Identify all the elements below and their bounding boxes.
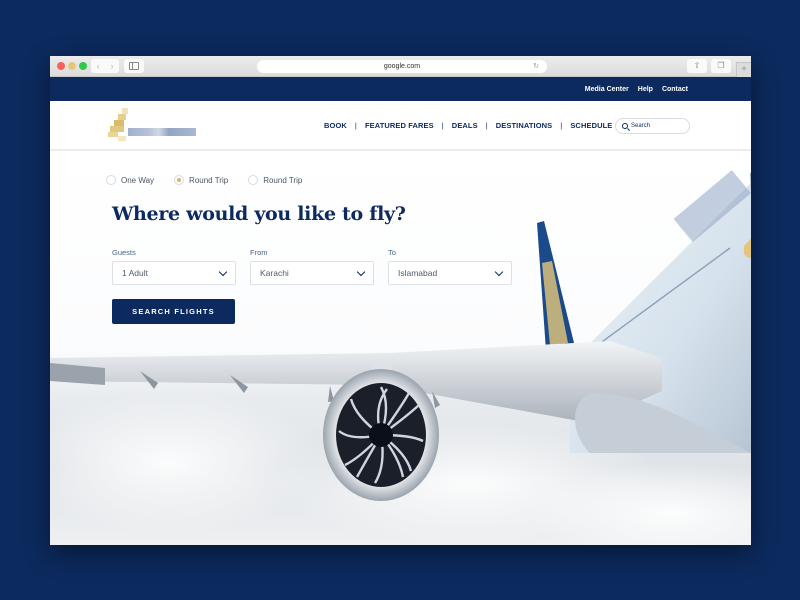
nav-schedule[interactable]: SCHEDULE bbox=[570, 121, 612, 130]
to-select[interactable]: Islamabad bbox=[388, 261, 512, 285]
from-label: From bbox=[250, 248, 268, 257]
to-field: To Islamabad bbox=[388, 248, 512, 285]
browser-window: ‹ › google.com ↻ ⇧ ❐ + Media Center Help… bbox=[50, 56, 751, 545]
nav-book[interactable]: BOOK bbox=[324, 121, 347, 130]
browser-toolbar: ‹ › google.com ↻ ⇧ ❐ + bbox=[50, 56, 751, 77]
history-nav: ‹ › bbox=[91, 59, 119, 73]
guests-label: Guests bbox=[112, 248, 136, 257]
utility-link-contact[interactable]: Contact bbox=[662, 86, 688, 93]
hero-section: One Way Round Trip Round Trip Where woul… bbox=[50, 153, 751, 545]
to-label: To bbox=[388, 248, 396, 257]
close-window-button[interactable] bbox=[57, 62, 65, 70]
radio-button-selected[interactable] bbox=[174, 175, 185, 185]
trip-option-label: Round Trip bbox=[189, 175, 229, 185]
booking-title: Where would you like to fly? bbox=[112, 203, 406, 225]
utility-nav: Media Center Help Contact bbox=[50, 77, 751, 101]
url-text: google.com bbox=[383, 63, 421, 70]
nav-separator: | bbox=[354, 121, 357, 130]
trip-option-label: Round Trip bbox=[263, 175, 303, 185]
reload-icon[interactable]: ↻ bbox=[533, 60, 539, 73]
nav-featured-fares[interactable]: FEATURED FARES bbox=[365, 121, 434, 130]
trip-type-group: One Way Round Trip Round Trip bbox=[106, 175, 302, 185]
sidebar-toggle-button[interactable] bbox=[124, 59, 144, 73]
forward-button[interactable]: › bbox=[105, 59, 119, 73]
utility-link-media-center[interactable]: Media Center bbox=[585, 86, 629, 93]
utility-link-help[interactable]: Help bbox=[638, 86, 653, 93]
trip-option-round-trip-2[interactable]: Round Trip bbox=[248, 175, 302, 185]
airline-logo[interactable] bbox=[108, 108, 208, 144]
trip-option-round-trip[interactable]: Round Trip bbox=[174, 175, 228, 185]
site-header: BOOK | FEATURED FARES | DEALS | DESTINAT… bbox=[50, 101, 751, 151]
address-bar[interactable]: google.com ↻ bbox=[257, 60, 547, 73]
search-flights-button[interactable]: SEARCH FLIGHTS bbox=[112, 299, 235, 324]
minimize-window-button[interactable] bbox=[68, 62, 76, 70]
back-button[interactable]: ‹ bbox=[91, 59, 105, 73]
maximize-window-button[interactable] bbox=[79, 62, 87, 70]
search-icon bbox=[622, 123, 628, 129]
show-tabs-button[interactable]: ❐ bbox=[711, 59, 731, 73]
share-icon: ⇧ bbox=[693, 61, 701, 70]
sidebar-icon bbox=[129, 62, 139, 70]
from-field: From Karachi bbox=[250, 248, 374, 285]
share-button[interactable]: ⇧ bbox=[687, 59, 707, 73]
chevron-down-icon bbox=[218, 267, 228, 276]
main-nav: BOOK | FEATURED FARES | DEALS | DESTINAT… bbox=[324, 121, 612, 130]
tabs-icon: ❐ bbox=[717, 61, 725, 70]
chevron-down-icon bbox=[494, 267, 504, 276]
nav-separator: | bbox=[485, 121, 488, 130]
radio-button[interactable] bbox=[106, 175, 116, 185]
chevron-down-icon bbox=[356, 267, 366, 276]
nav-deals[interactable]: DEALS bbox=[452, 121, 478, 130]
radio-button[interactable] bbox=[248, 175, 259, 185]
plus-icon: + bbox=[741, 64, 747, 75]
logo-mark-icon bbox=[108, 108, 128, 141]
guests-field: Guests 1 Adult bbox=[112, 248, 236, 285]
new-tab-button[interactable]: + bbox=[736, 62, 751, 77]
from-value: Karachi bbox=[260, 268, 289, 278]
logo-wordmark bbox=[128, 128, 196, 136]
nav-destinations[interactable]: DESTINATIONS bbox=[496, 121, 552, 130]
site-search-input[interactable]: Search bbox=[615, 118, 690, 134]
nav-separator: | bbox=[441, 121, 444, 130]
search-placeholder: Search bbox=[631, 123, 651, 129]
nav-separator: | bbox=[560, 121, 563, 130]
guests-select[interactable]: 1 Adult bbox=[112, 261, 236, 285]
trip-option-one-way[interactable]: One Way bbox=[106, 175, 154, 185]
trip-option-label: One Way bbox=[121, 175, 155, 185]
from-select[interactable]: Karachi bbox=[250, 261, 374, 285]
guests-value: 1 Adult bbox=[122, 268, 148, 278]
to-value: Islamabad bbox=[398, 268, 438, 278]
